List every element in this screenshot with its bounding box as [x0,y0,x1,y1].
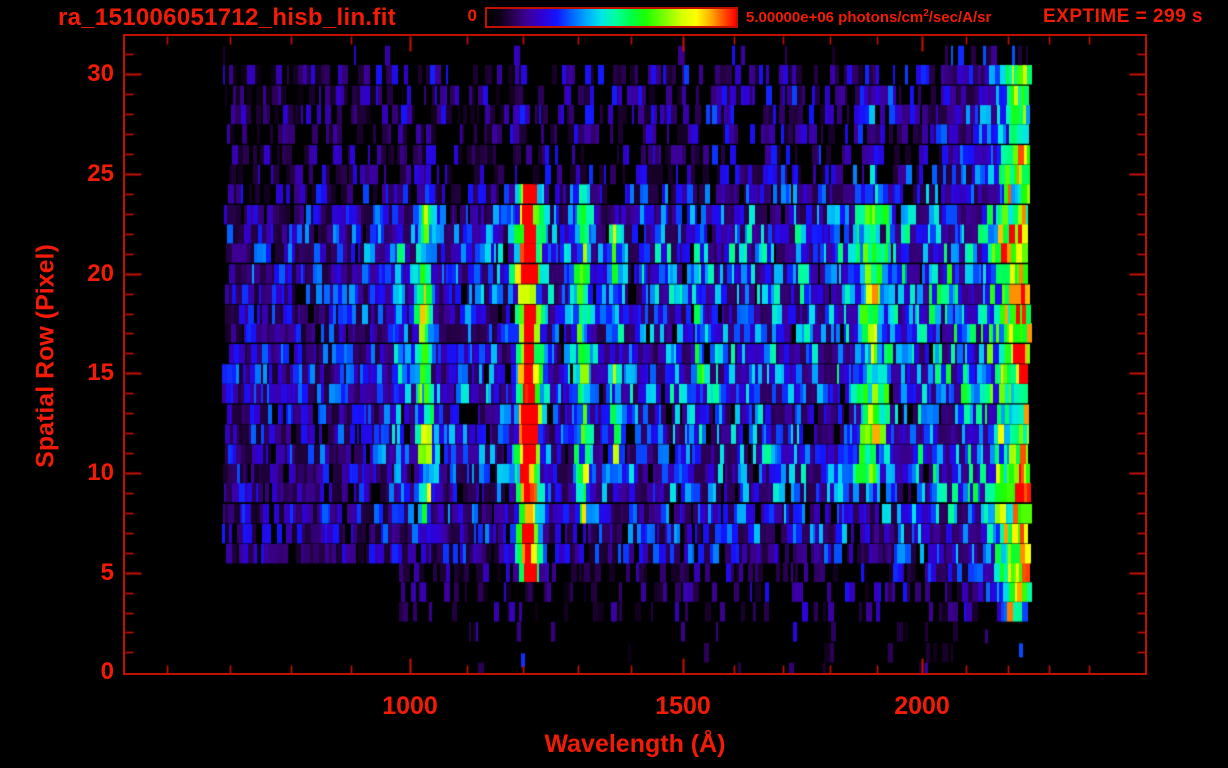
colorbar-units-rest: /sec/A/sr [928,9,992,26]
spectral-heatmap-canvas [125,36,1145,673]
x-axis-title: Wavelength (Å) [544,730,726,758]
colorbar-gradient [485,7,738,28]
y-tick-label: 5 [100,559,114,586]
y-tick-label: 20 [87,260,114,287]
y-axis-title: Spatial Row (Pixel) [31,244,60,468]
y-tick-label: 30 [87,60,114,87]
exptime-label: EXPTIME = 299 s [1043,6,1204,27]
x-tick-label: 1000 [382,692,438,720]
x-tick-label: 1500 [655,692,711,720]
y-tick-label: 0 [100,658,114,685]
colorbar-max-value: 5.00000e+06 photons/cm [746,9,924,26]
spectrogram-viewer-window: ra_151006051712_hisb_lin.fit 0 5.00000e+… [0,0,1228,768]
y-tick-label: 25 [87,160,114,187]
colorbar-max-label: 5.00000e+06 photons/cm2/sec/A/sr [746,8,991,26]
y-tick-label: 10 [87,459,114,486]
colorbar-min-label: 0 [467,6,477,25]
plot-title: ra_151006051712_hisb_lin.fit [58,4,396,31]
y-tick-label: 15 [87,359,114,386]
x-tick-label: 2000 [894,692,950,720]
